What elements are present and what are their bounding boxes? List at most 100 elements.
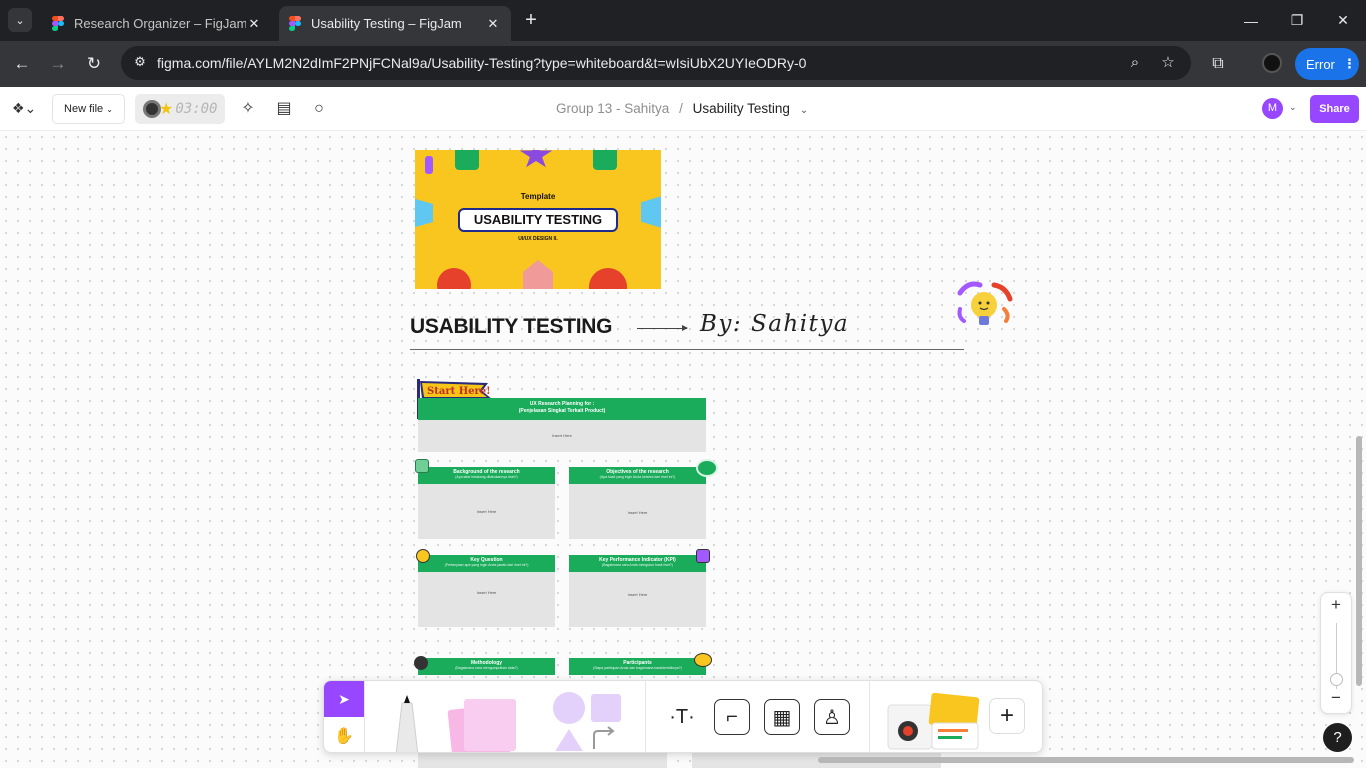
- card-key-question-header[interactable]: Key Question (Pertanyaan apa yang ingin …: [418, 555, 555, 572]
- marker-tool-icon[interactable]: [390, 695, 424, 752]
- board-byline[interactable]: By: Sahitya: [700, 311, 849, 337]
- planning-title-line1: UX Research Planning for :: [529, 401, 595, 407]
- card-methodology-body[interactable]: [418, 752, 667, 768]
- text-tool-icon[interactable]: ·T·: [664, 699, 700, 735]
- address-bar[interactable]: ⚙ figma.com/file/AYLM2N2dImF2PNjFCNal9a/…: [121, 46, 1191, 80]
- toolbar-divider: [645, 681, 646, 752]
- more-tools-plus-icon[interactable]: +: [989, 698, 1025, 734]
- card-subtitle: (Siapa partisipan Anda dan bagaimana kar…: [593, 666, 682, 670]
- zoom-control: + −: [1320, 592, 1352, 714]
- research-planning-header[interactable]: UX Research Planning for : (Penjelasan S…: [418, 398, 706, 420]
- planning-insert-area[interactable]: Insert Here: [418, 420, 706, 452]
- toolbar-divider: [869, 681, 870, 752]
- file-name[interactable]: Usability Testing: [693, 101, 790, 116]
- card-subtitle: (Bagaimana cara mengumpulkan data?): [455, 666, 518, 670]
- site-settings-icon[interactable]: ⚙: [131, 54, 149, 72]
- close-window-icon[interactable]: ✕: [1320, 0, 1366, 41]
- template-cover-image[interactable]: Template USABILITY TESTING UI/UX DESIGN …: [415, 150, 661, 289]
- stickers-widgets-icon[interactable]: [884, 692, 980, 752]
- close-tab-icon[interactable]: ✕: [246, 16, 262, 32]
- shape-tool-icon[interactable]: [552, 691, 624, 752]
- error-button[interactable]: Error ⋮: [1295, 48, 1359, 80]
- share-button[interactable]: Share: [1310, 95, 1359, 123]
- hmm-badge-sticker[interactable]: [696, 459, 718, 477]
- card-kpi-header[interactable]: Key Performance Indicator (KPI) (Bagaima…: [569, 555, 706, 572]
- tab-usability-testing[interactable]: Usability Testing – FigJam ✕: [279, 6, 511, 41]
- card-key-question-body[interactable]: Insert Here: [418, 572, 555, 627]
- hand-tool-icon[interactable]: ✋: [324, 717, 364, 752]
- table-tool-icon[interactable]: ▦: [764, 699, 800, 735]
- whiteboard-canvas[interactable]: Template USABILITY TESTING UI/UX DESIGN …: [0, 131, 1366, 768]
- ai-sparkle-icon[interactable]: ✧: [238, 99, 258, 119]
- decor-shape: [593, 150, 617, 170]
- help-button[interactable]: ?: [1323, 723, 1352, 752]
- star-shape: [519, 150, 553, 168]
- select-tool-cursor-icon[interactable]: ➤: [324, 681, 364, 717]
- card-objectives-header[interactable]: Objectives of the research (Apa hasil ya…: [569, 467, 706, 484]
- new-file-button[interactable]: New file ⌄: [52, 94, 125, 124]
- figma-favicon-icon: [289, 15, 301, 32]
- breadcrumb: Group 13 - Sahitya / Usability Testing ⌄: [556, 101, 808, 116]
- people-sticker[interactable]: [694, 653, 712, 667]
- cover-subtitle: UI/UX DESIGN II.: [518, 236, 558, 242]
- thinking-face-sticker[interactable]: [416, 549, 430, 563]
- tab-research-organizer[interactable]: Research Organizer – FigJam ✕: [42, 6, 272, 41]
- profile-avatar[interactable]: [1262, 53, 1282, 73]
- chevron-down-icon[interactable]: ⌄: [1289, 102, 1297, 113]
- planning-title-line2: (Penjelasan Singkat Terkait Product): [518, 408, 606, 414]
- browser-tab-strip: ⌄ Research Organizer – FigJam ✕ Usabilit…: [0, 0, 1366, 41]
- chevron-down-icon[interactable]: ⌄: [800, 105, 808, 116]
- decor-shape: [415, 198, 433, 228]
- chevron-down-icon: ⌄: [106, 104, 113, 114]
- cover-title: USABILITY TESTING: [458, 208, 618, 232]
- card-methodology-header[interactable]: Methodology (Bagaimana cara mengumpulkan…: [418, 658, 555, 675]
- decor-shape: [589, 268, 627, 289]
- new-tab-icon[interactable]: +: [520, 9, 542, 31]
- browser-toolbar: ← → ↻ ⚙ figma.com/file/AYLM2N2dImF2PNjFC…: [0, 41, 1366, 87]
- zoom-in-icon[interactable]: +: [1321, 595, 1351, 619]
- board-heading[interactable]: USABILITY TESTING: [410, 315, 613, 339]
- decor-shape: [455, 150, 479, 170]
- figjam-header: ❖⌄ New file ⌄ ★ 03:00 ✧ ▤ ○ Group 13 - S…: [0, 87, 1366, 131]
- flag-label: Start Here!: [427, 386, 491, 397]
- magnifier-sticker[interactable]: [414, 656, 428, 670]
- reload-icon[interactable]: ↻: [81, 51, 107, 77]
- figma-favicon-icon: [52, 15, 64, 32]
- card-background-header[interactable]: Background of the research (Apa latar be…: [418, 467, 555, 484]
- cover-template-label: Template: [520, 192, 556, 201]
- map-pin-sticker[interactable]: [415, 459, 429, 473]
- url-text[interactable]: figma.com/file/AYLM2N2dImF2PNjFCNal9a/Us…: [157, 55, 806, 71]
- templates-icon[interactable]: ▤: [274, 99, 294, 119]
- zoom-out-icon[interactable]: −: [1321, 688, 1351, 712]
- great-idea-lightbulb-sticker[interactable]: [954, 279, 1014, 331]
- arrow-connector[interactable]: [637, 325, 688, 331]
- card-background-body[interactable]: Insert Here: [418, 484, 555, 539]
- timer-value: 03:00: [175, 101, 218, 117]
- stamp-tool-icon[interactable]: ♙: [814, 699, 850, 735]
- divider-line[interactable]: [410, 349, 964, 350]
- figma-logo-icon: [425, 156, 433, 174]
- minimize-icon[interactable]: —: [1228, 0, 1274, 41]
- horizontal-scrollbar[interactable]: [818, 757, 1354, 763]
- timer-widget[interactable]: ★ 03:00: [135, 94, 225, 124]
- comment-icon[interactable]: ○: [309, 99, 329, 119]
- back-arrow-icon[interactable]: ←: [9, 51, 35, 77]
- card-objectives-body[interactable]: Insert Here: [569, 484, 706, 539]
- section-tool-icon[interactable]: ⌐: [714, 699, 750, 735]
- user-avatar[interactable]: M: [1262, 98, 1283, 119]
- restore-icon[interactable]: ❐: [1274, 0, 1320, 41]
- tab-search-button[interactable]: ⌄: [8, 8, 32, 32]
- bookmark-star-icon[interactable]: ☆: [1158, 53, 1178, 73]
- card-kpi-body[interactable]: Insert Here: [569, 572, 706, 627]
- team-name[interactable]: Group 13 - Sahitya: [556, 101, 669, 116]
- extensions-icon[interactable]: ⧉: [1206, 52, 1230, 76]
- forward-arrow-icon[interactable]: →: [45, 51, 71, 77]
- card-subtitle: (Apa hasil yang ingin Anda ketahui dari …: [599, 475, 676, 479]
- vertical-scrollbar[interactable]: [1356, 436, 1362, 686]
- close-tab-icon[interactable]: ✕: [485, 16, 501, 32]
- chart-sticker[interactable]: [696, 549, 710, 563]
- zoom-magnifier-icon[interactable]: ⌕: [1125, 53, 1145, 73]
- card-participants-header[interactable]: Participants (Siapa partisipan Anda dan …: [569, 658, 706, 675]
- figma-menu-icon[interactable]: ❖⌄: [12, 100, 36, 117]
- zoom-slider-handle[interactable]: [1330, 673, 1343, 686]
